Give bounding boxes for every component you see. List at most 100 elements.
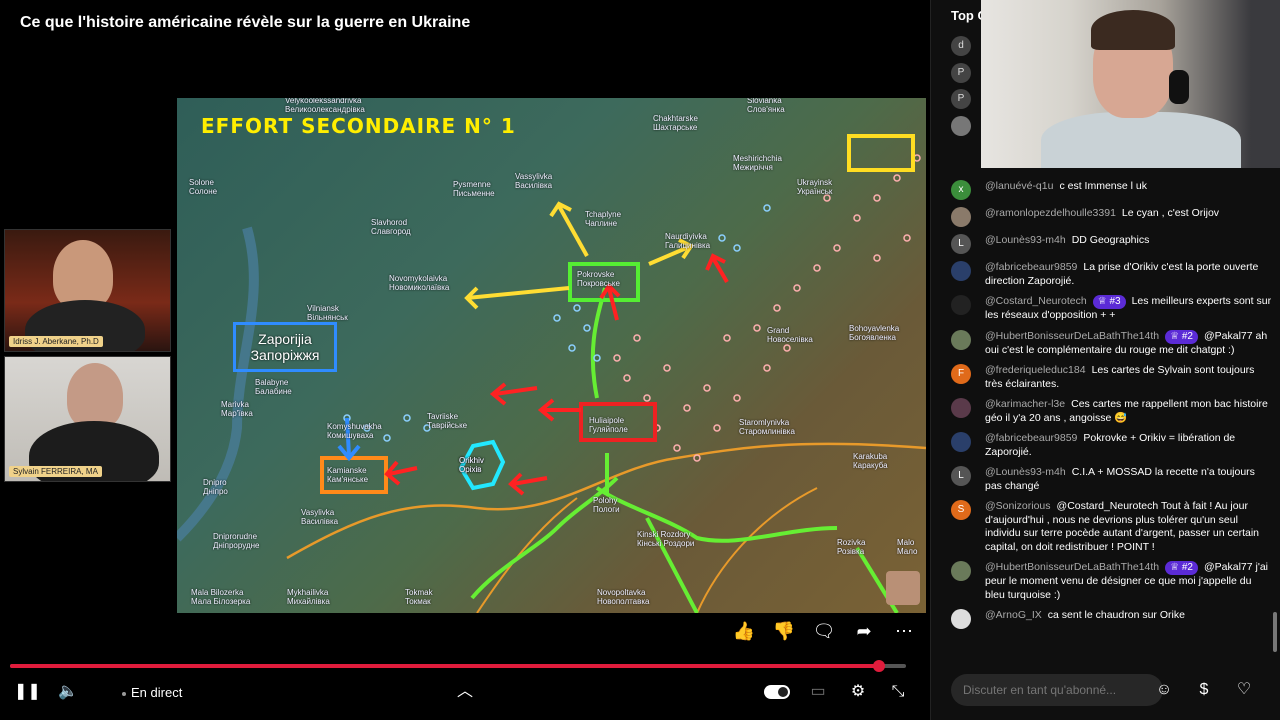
streamer-webcam	[981, 0, 1280, 168]
streamer-hair	[1091, 10, 1175, 50]
comment-icon[interactable]: 🗨	[812, 619, 836, 643]
gear-icon[interactable]: ⚙	[846, 680, 870, 704]
map-label: Novomykolaivka Новомиколаївка	[389, 274, 450, 292]
chat-text: DD Geographics	[1071, 234, 1150, 246]
map-label: Pokrovske Покровське	[577, 270, 620, 288]
chat-author[interactable]: @ramonlopezdelhoulle3391	[985, 207, 1116, 219]
live-indicator[interactable]: En direct	[122, 685, 182, 700]
rank-badge: ♕ #2	[1165, 561, 1198, 575]
map-label: Slovianka Слов'янка	[747, 98, 785, 114]
avatar: d	[951, 36, 971, 56]
chat-message-body: @karimacher-l3e Ces cartes me rappellent …	[985, 398, 1273, 425]
avatar[interactable]	[951, 329, 971, 350]
chat-author[interactable]: @HubertBonisseurDeLaBathThe14th	[985, 330, 1159, 342]
super-chat-icon[interactable]: $	[1192, 678, 1216, 702]
guest-face	[67, 363, 123, 429]
chat-author[interactable]: @Sonizorious	[985, 500, 1051, 512]
map-label: Mala Bilozerka Мала Білозерка	[191, 588, 251, 606]
chat-author[interactable]: @Lounès93-m4h	[985, 466, 1066, 478]
map-label: Meshirichchia Межиріччя	[733, 154, 782, 172]
chat-message: @HubertBonisseurDeLaBathThe14th ♕ #2 @Paka…	[951, 561, 1273, 602]
map-label: Dnipro Дніпро	[203, 478, 228, 496]
rank-badge: ♕ #3	[1092, 295, 1126, 309]
progress-scrubber[interactable]	[873, 660, 886, 672]
avatar[interactable]: L	[951, 234, 971, 254]
avatar[interactable]: x	[951, 180, 971, 200]
map-label: Balabyne Балабине	[255, 378, 292, 396]
chat-message-body: @frederiqueleduc184 Les cartes de Sylvain…	[985, 364, 1273, 391]
avatar[interactable]	[951, 261, 971, 281]
chat-message-body: @ramonlopezdelhoulle3391 Le cyan , c'est …	[985, 207, 1273, 221]
chat-author[interactable]: @ArnoG_IX	[985, 609, 1042, 621]
subtitles-icon[interactable]: ▭	[806, 680, 830, 704]
avatar[interactable]	[951, 609, 971, 629]
chat-author[interactable]: @karimacher-l3e	[985, 398, 1065, 410]
chat-author[interactable]: @Costard_Neurotech	[985, 295, 1087, 307]
avatar[interactable]	[951, 207, 971, 227]
map-label: Velykoolekssandrivka Великоолександрівка	[285, 98, 365, 114]
name-tag: Sylvain FERREIRA, MA	[9, 466, 102, 477]
pause-icon[interactable]: ❚❚	[14, 680, 41, 704]
video-player[interactable]: Ce que l'histoire américaine révèle sur …	[0, 0, 930, 720]
chat-scrollbar[interactable]	[1273, 612, 1277, 652]
rank-badge-label: #2	[1181, 330, 1193, 342]
map-label: Staromlynivka Старомлинівка	[739, 418, 795, 436]
avatar[interactable]	[951, 398, 971, 418]
avatar[interactable]: L	[951, 466, 971, 486]
avatar[interactable]	[951, 295, 971, 315]
webcam-guest-2: Sylvain FERREIRA, MA	[4, 356, 171, 482]
map-label: Kinski Rozdory Кінські Роздори	[637, 530, 695, 548]
avatar[interactable]	[951, 432, 971, 452]
chat-author[interactable]: @lanuévé-q1u	[985, 180, 1053, 192]
headset-icon	[1169, 70, 1189, 104]
chat-text: c est Immense l uk	[1059, 180, 1147, 192]
chat-author[interactable]: @fabricebeaur9859	[985, 432, 1077, 444]
avatar[interactable]: S	[951, 500, 971, 520]
zaporijia-box: Zaporijia Запоріжжя	[233, 322, 337, 372]
map-label: Huliaipole Гуляйполе	[589, 416, 628, 434]
map-label: Naurdiyivka Галицинівка	[665, 232, 711, 250]
app-root: Ce que l'histoire américaine révèle sur …	[0, 0, 1280, 720]
dislike-icon[interactable]: 👎	[772, 619, 796, 643]
autoplay-toggle[interactable]	[764, 685, 790, 699]
volume-icon[interactable]: 🔈	[56, 680, 80, 704]
chat-messages: x @lanuévé-q1u c est Immense l uk @ramonlop…	[951, 180, 1273, 636]
exit-fullscreen-icon[interactable]: ⤡	[886, 680, 910, 704]
chat-author[interactable]: @HubertBonisseurDeLaBathThe14th	[985, 561, 1159, 573]
share-icon[interactable]: ➦	[852, 619, 876, 643]
chat-text: ca sent le chaudron sur Orike	[1047, 609, 1185, 621]
map-title: EFFORT SECONDAIRE N° 1	[201, 114, 516, 138]
map-label: Bohoyavlenka Богоявленка	[849, 324, 900, 342]
chevron-up-icon[interactable]: ︿	[453, 680, 477, 704]
chat-message: @fabricebeaur9859 La prise d'Orikiv c'est…	[951, 261, 1273, 288]
chat-author[interactable]: @frederiqueleduc184	[985, 364, 1086, 376]
avatar[interactable]	[951, 561, 971, 581]
map-label: Vilniansk Вільнянськ	[307, 304, 348, 322]
map-label: Pysmenne Письменне	[453, 180, 495, 198]
chat-message: @ramonlopezdelhoulle3391 Le cyan , c'est …	[951, 207, 1273, 227]
like-icon[interactable]: 👍	[732, 619, 756, 643]
more-icon[interactable]: ⋯	[892, 619, 916, 643]
progress-bar[interactable]	[10, 660, 906, 672]
map-frame: EFFORT SECONDAIRE N° 1 Velykoolekssandri…	[177, 98, 926, 613]
avatar[interactable]: F	[951, 364, 971, 384]
video-actions: 👍 👎 🗨 ➦ ⋯	[732, 619, 916, 643]
chat-input[interactable]	[951, 674, 1163, 706]
chat-author[interactable]: @Lounès93-m4h	[985, 234, 1066, 246]
progress-fill	[10, 664, 880, 668]
avatar: P	[951, 89, 971, 109]
chat-message-body: @fabricebeaur9859 La prise d'Orikiv c'est…	[985, 261, 1273, 288]
presenter-thumbnail	[886, 571, 920, 605]
map-label: Dniprorudne Дніпрорудне	[213, 532, 260, 550]
video-title: Ce que l'histoire américaine révèle sur …	[20, 14, 471, 31]
chat-author[interactable]: @fabricebeaur9859	[985, 261, 1077, 273]
emoji-icon[interactable]: ☺	[1152, 678, 1176, 702]
chat-message: x @lanuévé-q1u c est Immense l uk	[951, 180, 1273, 200]
chat-message: L @Lounès93-m4h C.I.A + MOSSAD la recette …	[951, 466, 1273, 493]
map-label: Vassylivka Василівка	[515, 172, 553, 190]
chat-message-body: @Sonizorious @Costard_Neurotech Tout à fa…	[985, 500, 1273, 554]
rank-badge-label: #2	[1181, 562, 1193, 573]
map-label: Tokmak Токмак	[405, 588, 433, 606]
map-label: Slavhorod Славгород	[371, 218, 411, 236]
heart-icon[interactable]: ♡	[1232, 678, 1256, 702]
